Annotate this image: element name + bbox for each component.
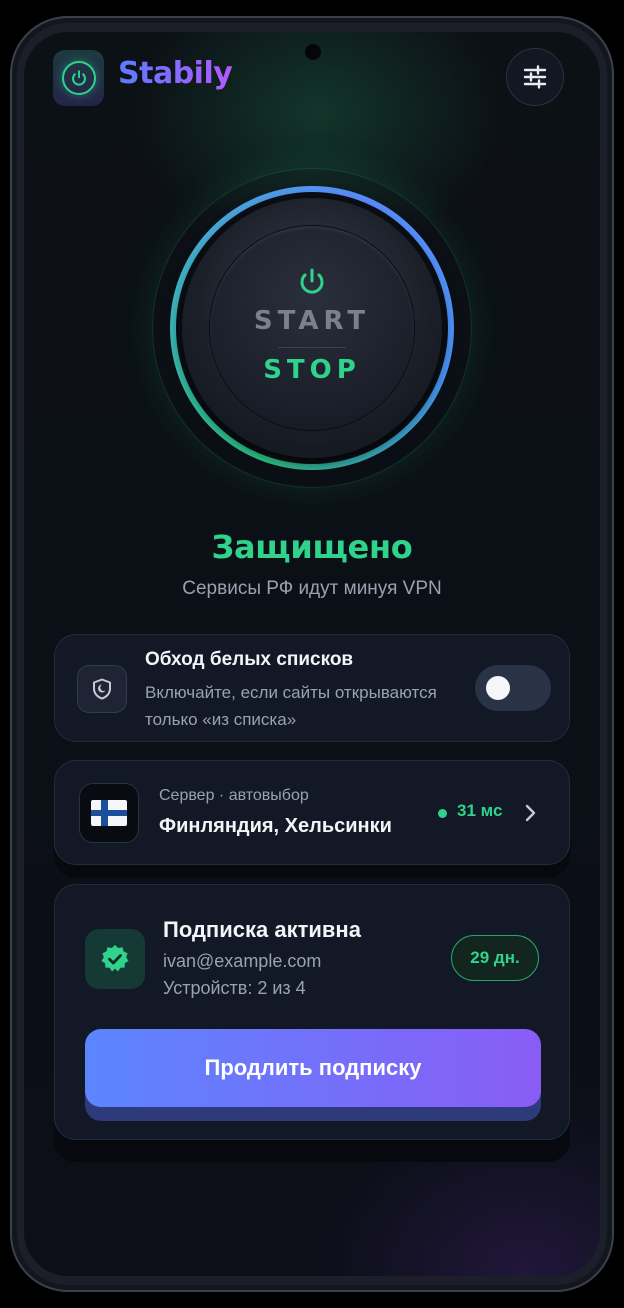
connect-button[interactable]: START STOP	[152, 168, 472, 488]
divider	[278, 347, 346, 348]
subscription-email: ivan@example.com	[163, 951, 322, 971]
days-left-badge: 29 дн.	[451, 935, 539, 981]
server-card[interactable]: Сервер · автовыбор Финляндия, Хельсинки …	[54, 760, 570, 865]
app-brand: Stabily	[118, 56, 233, 91]
power-icon	[300, 268, 324, 294]
bypass-card: Обход белых списков Включайте, если сайт…	[54, 634, 570, 742]
app-logo	[53, 50, 104, 106]
ping-dot-icon	[438, 809, 447, 818]
flag-icon	[79, 783, 139, 843]
toggle-knob	[486, 676, 510, 700]
ping-value: 31 мс	[457, 801, 503, 820]
subscription-card: Подписка активна ivan@example.com Устрой…	[54, 884, 570, 1140]
settings-button[interactable]	[506, 48, 564, 106]
verified-badge-icon	[85, 929, 145, 989]
server-label: Сервер · автовыбор	[159, 787, 309, 804]
sliders-icon	[523, 65, 547, 89]
bypass-toggle[interactable]	[475, 665, 551, 711]
bypass-title: Обход белых списков	[145, 649, 354, 670]
bypass-description: Включайте, если сайты открываются только…	[145, 683, 437, 729]
start-label: START	[253, 306, 371, 336]
power-icon	[61, 61, 96, 95]
chevron-right-icon	[525, 804, 536, 822]
stop-label: STOP	[263, 355, 361, 385]
shield-icon	[77, 665, 127, 713]
renew-subscription-button[interactable]: Продлить подписку	[85, 1029, 541, 1107]
subscription-devices: Устройств: 2 из 4	[163, 978, 306, 998]
status-title: Защищено	[211, 528, 413, 566]
status-subtitle: Сервисы РФ идут минуя VPN	[182, 578, 442, 599]
front-camera	[305, 44, 321, 60]
subscription-title: Подписка активна	[163, 917, 361, 942]
server-name: Финляндия, Хельсинки	[159, 815, 392, 837]
